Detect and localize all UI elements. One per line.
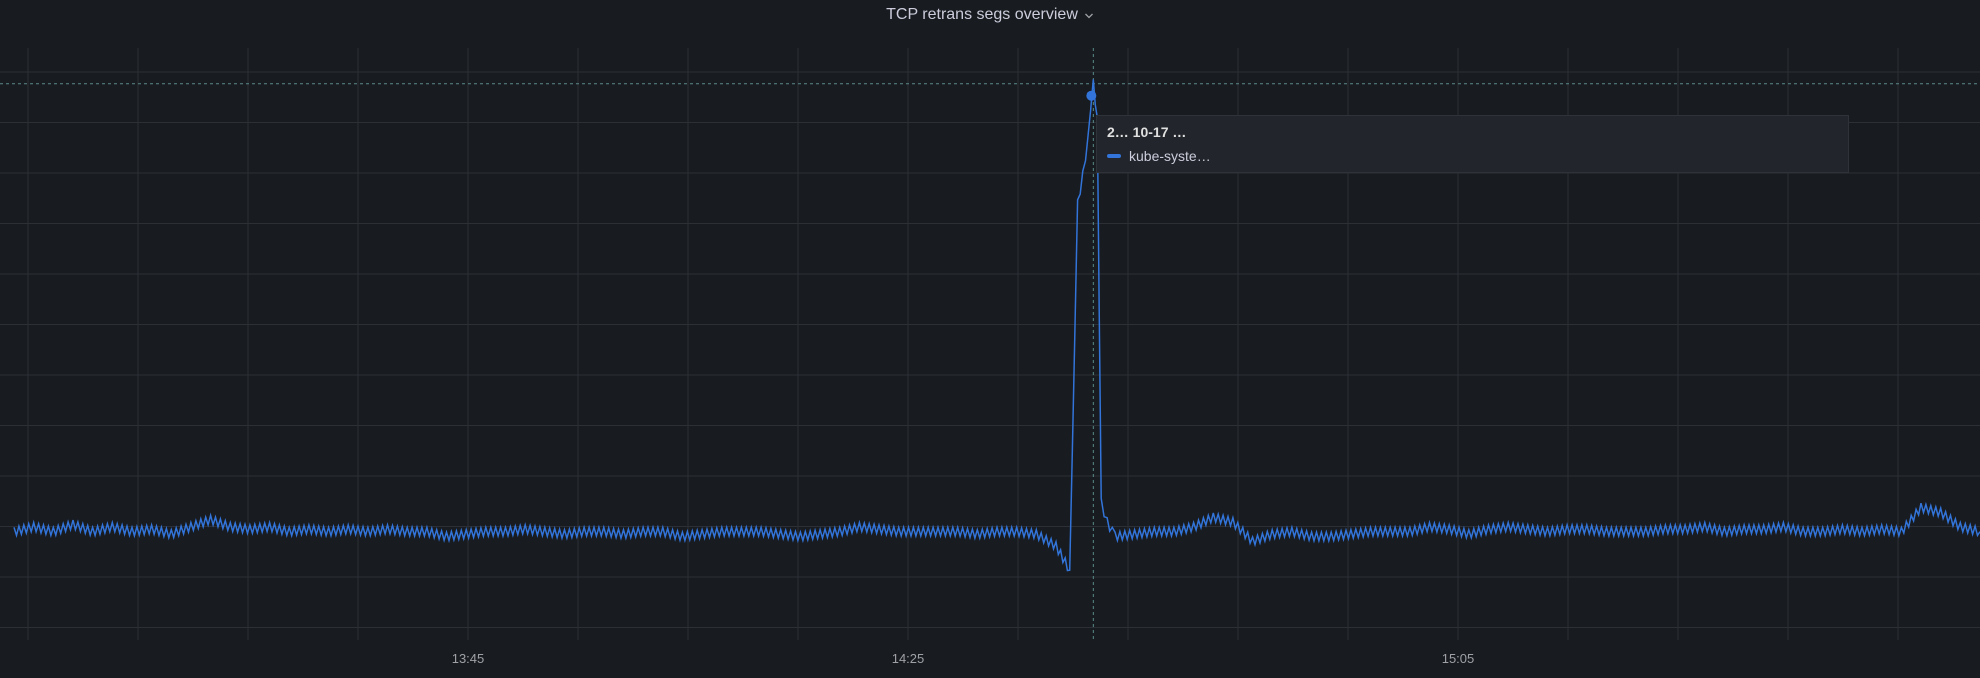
line-chart[interactable]: 13:45 14:25 15:05: [0, 0, 1980, 678]
hover-marker: [1086, 90, 1097, 101]
tooltip-series-row: kube-syste…: [1107, 148, 1211, 164]
x-tick-label: 13:45: [452, 651, 485, 666]
tooltip-series-label: kube-syste…: [1129, 148, 1211, 164]
hover-tooltip: 2… 10-17 … kube-syste…: [1096, 115, 1849, 173]
chart-panel: TCP retrans segs overview 13:45 14:25 15:0…: [0, 0, 1980, 678]
x-tick-label: 15:05: [1442, 651, 1475, 666]
x-axis-ticks: 13:45 14:25 15:05: [452, 651, 1475, 666]
x-tick-label: 14:25: [892, 651, 925, 666]
series-color-swatch: [1107, 154, 1121, 158]
hover-point: [1086, 90, 1097, 101]
tooltip-timestamp: 2… 10-17 …: [1107, 124, 1187, 140]
